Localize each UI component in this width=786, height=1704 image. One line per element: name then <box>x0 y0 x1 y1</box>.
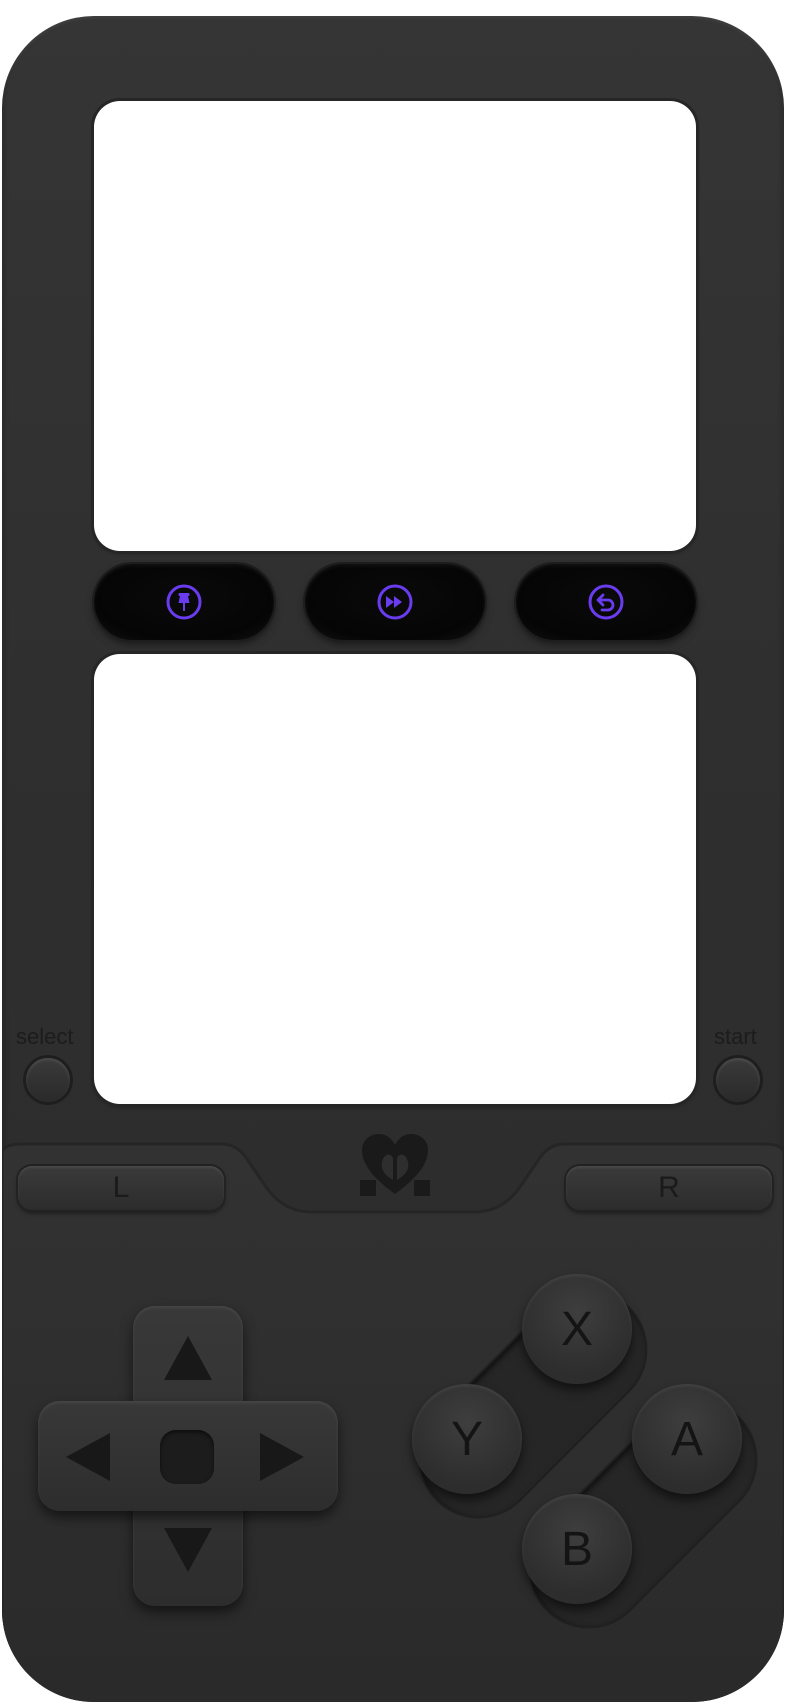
pin-button[interactable] <box>94 564 274 640</box>
controller-skin: select start L R X Y A B <box>2 16 784 1702</box>
dpad-up-icon[interactable] <box>164 1336 212 1380</box>
y-label: Y <box>450 1412 483 1466</box>
fast-forward-button[interactable] <box>305 564 485 640</box>
top-screen <box>94 101 696 551</box>
start-button[interactable] <box>716 1058 760 1102</box>
dpad-center <box>160 1430 214 1484</box>
a-button[interactable]: A <box>632 1384 742 1494</box>
select-label: select <box>16 1024 74 1049</box>
l-label: L <box>112 1171 130 1204</box>
y-button[interactable]: Y <box>412 1384 522 1494</box>
dpad-right-icon[interactable] <box>260 1433 304 1481</box>
pin-icon <box>166 584 202 620</box>
rewind-icon <box>588 584 624 620</box>
x-button[interactable]: X <box>522 1274 632 1384</box>
r-label: R <box>658 1171 680 1204</box>
r-button[interactable]: R <box>566 1166 772 1210</box>
fast-forward-icon <box>377 584 413 620</box>
select-button[interactable] <box>26 1058 70 1102</box>
toolbar <box>94 564 696 640</box>
a-label: A <box>670 1412 703 1466</box>
x-label: X <box>560 1302 593 1356</box>
b-label: B <box>560 1522 593 1576</box>
start-label: start <box>714 1024 757 1049</box>
rewind-button[interactable] <box>516 564 696 640</box>
l-button[interactable]: L <box>18 1166 224 1210</box>
heart-logo-icon <box>360 1134 430 1196</box>
bottom-screen <box>94 654 696 1104</box>
b-button[interactable]: B <box>522 1494 632 1604</box>
dpad-down-icon[interactable] <box>164 1528 212 1572</box>
dpad-left-icon[interactable] <box>66 1433 110 1481</box>
